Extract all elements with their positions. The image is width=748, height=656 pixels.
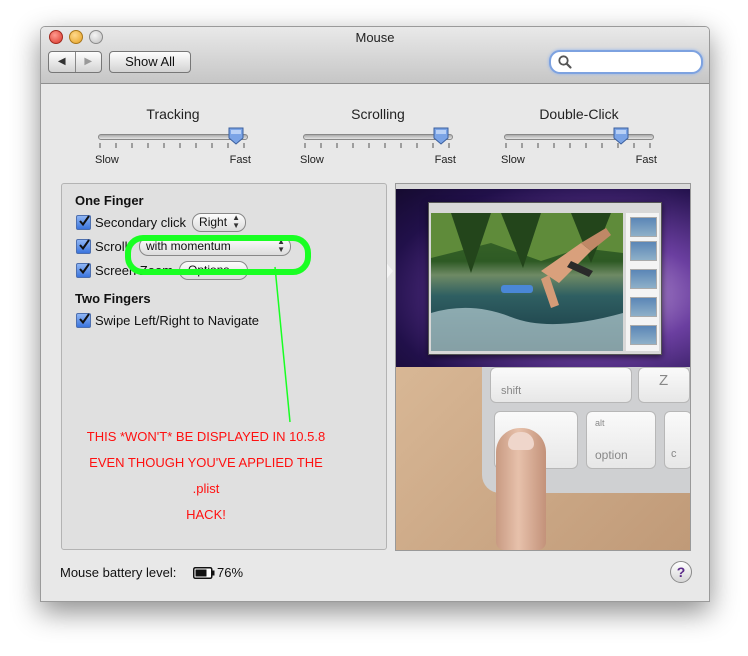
battery-icon bbox=[193, 567, 215, 579]
annotation-line-2: EVEN THOUGH YOU'VE APPLIED THE .plist bbox=[89, 455, 323, 496]
battery-percentage: 76% bbox=[217, 565, 244, 580]
annotation-line-3: HACK! bbox=[186, 507, 226, 522]
battery-fill bbox=[195, 569, 207, 577]
window-title: Mouse bbox=[355, 30, 395, 45]
title-bar: Mouse ◀ ▶ Show All bbox=[41, 27, 709, 84]
show-all-button[interactable]: Show All bbox=[109, 51, 191, 73]
search-input[interactable] bbox=[575, 53, 697, 71]
forward-arrow-icon[interactable]: ▶ bbox=[74, 52, 102, 72]
annotation-line-1: THIS *WON'T* BE DISPLAYED IN 10.5.8 bbox=[86, 429, 326, 444]
annotation-note: THIS *WON'T* BE DISPLAYED IN 10.5.8 EVEN… bbox=[81, 424, 331, 528]
back-arrow-icon[interactable]: ◀ bbox=[49, 52, 75, 72]
mouse-preferences-window: Mouse ◀ ▶ Show All Tracking Slow Fast Sc… bbox=[40, 26, 710, 602]
preferences-content: Tracking Slow Fast Scrolling Slow Fast D… bbox=[41, 84, 709, 601]
back-forward-control: ◀ ▶ bbox=[48, 51, 102, 73]
battery-label: Mouse battery level: bbox=[60, 565, 177, 580]
search-field[interactable] bbox=[549, 50, 703, 74]
search-icon bbox=[558, 55, 572, 69]
help-button[interactable]: ? bbox=[670, 561, 692, 583]
